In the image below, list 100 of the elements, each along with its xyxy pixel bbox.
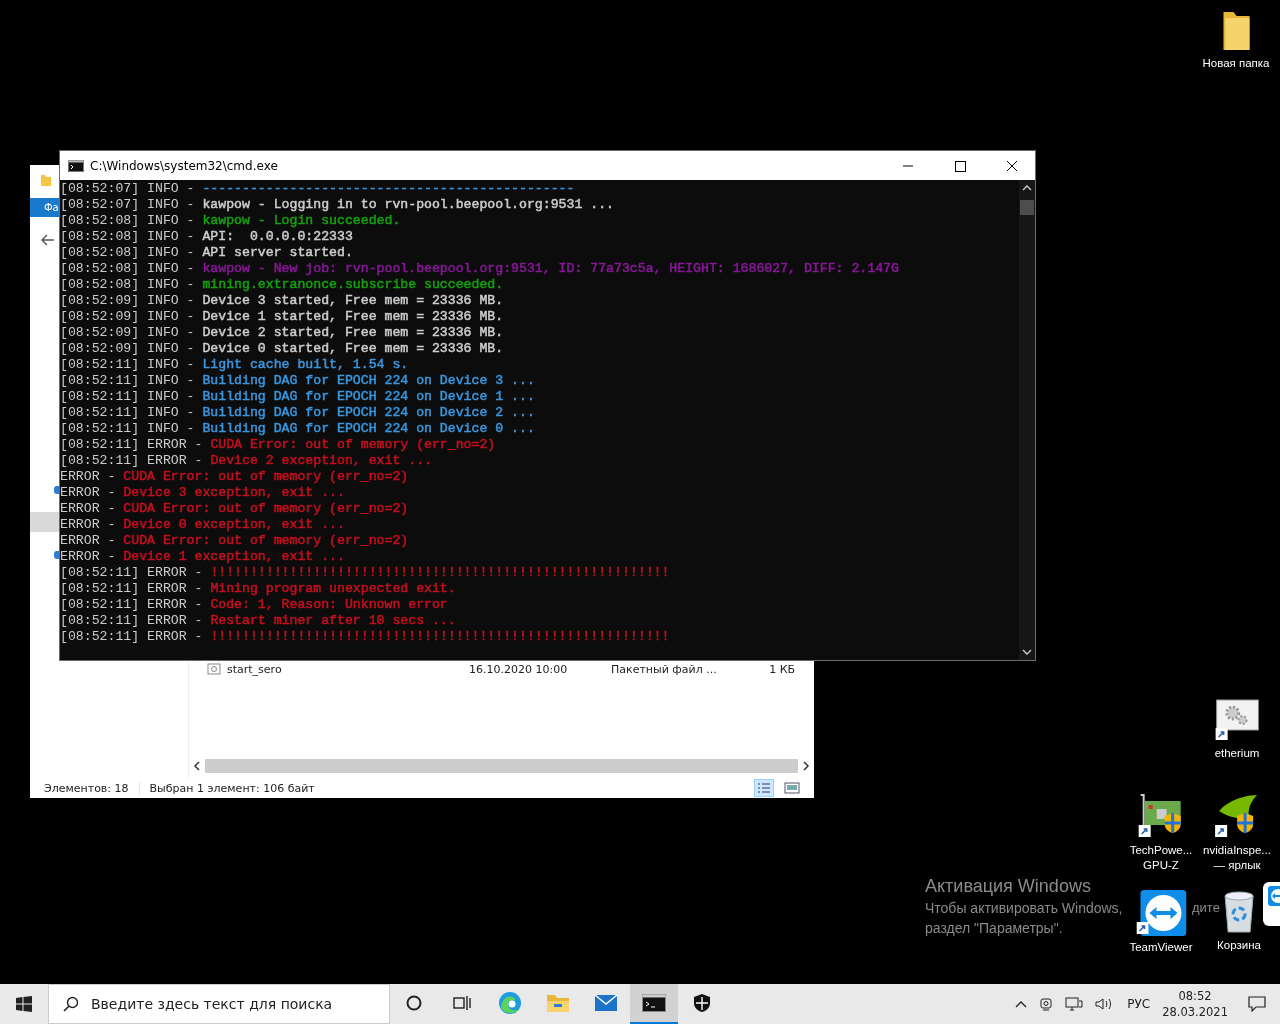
log-message: CUDA Error: out of memory (err_no=2) xyxy=(123,501,409,516)
log-prefix: [08:52:08] INFO - xyxy=(60,245,196,260)
activation-title: Активация Windows xyxy=(925,875,1092,898)
log-message: API: 0.0.0.0:22333 xyxy=(202,229,353,244)
network-icon[interactable] xyxy=(1065,997,1084,1011)
log-message: kawpow - Logging in to rvn-pool.beepool.org:9531 ... xyxy=(202,197,614,212)
log-prefix: [08:52:11] INFO - xyxy=(60,389,196,404)
log-prefix: ERROR - xyxy=(60,469,117,484)
shield-icon xyxy=(693,993,711,1013)
log-prefix: [08:52:11] INFO - xyxy=(60,421,196,436)
log-message: CUDA Error: out of memory (err_no=2) xyxy=(210,437,496,452)
folder-icon xyxy=(546,992,570,1014)
log-message: Building DAG for EPOCH 224 on Device 2 ... xyxy=(202,405,535,420)
task-view-icon xyxy=(453,995,471,1011)
taskbar-app[interactable] xyxy=(630,984,678,1024)
large-icons-view-icon[interactable] xyxy=(784,781,800,795)
icon-label: Новая папка xyxy=(1202,56,1270,71)
console-icon xyxy=(642,994,666,1012)
log-prefix: [08:52:09] INFO - xyxy=(60,309,196,324)
nav-icon xyxy=(54,551,59,559)
log-prefix: [08:52:08] INFO - xyxy=(60,229,196,244)
log-prefix: [08:52:08] INFO - xyxy=(60,213,196,228)
windows-logo-icon[interactable] xyxy=(16,996,32,1012)
log-prefix: [08:52:11] ERROR - xyxy=(60,437,204,452)
scroll-right-icon[interactable] xyxy=(802,761,810,771)
activation-text: раздел "Параметры". xyxy=(925,919,1064,938)
log-message: Mining program unexpected exit. xyxy=(210,581,456,596)
scroll-up-icon[interactable] xyxy=(1022,184,1032,192)
search-icon xyxy=(63,996,79,1012)
log-message: Device 3 started, Free mem = 23336 MB. xyxy=(202,293,504,308)
log-message: Building DAG for EPOCH 224 on Device 1 ... xyxy=(202,389,535,404)
log-message: Device 0 exception, exit ... xyxy=(123,517,345,532)
log-prefix: [08:52:11] INFO - xyxy=(60,357,196,372)
folder-icon xyxy=(40,173,52,187)
desktop-icon[interactable]: nvidiaInspe... — ярлык xyxy=(1203,793,1271,873)
clock[interactable]: 08:52 28.03.2021 xyxy=(1162,988,1228,1020)
log-prefix: [08:52:09] INFO - xyxy=(60,293,196,308)
desktop-icon[interactable]: etherium xyxy=(1214,698,1260,761)
log-message: Device 2 exception, exit ... xyxy=(210,453,432,468)
log-prefix: [08:52:11] ERROR - xyxy=(60,565,204,580)
item-count: Элементов: 18 xyxy=(44,781,129,795)
log-message: CUDA Error: out of memory (err_no=2) xyxy=(123,533,409,548)
log-message: Light cache built, 1.54 s. xyxy=(202,357,409,372)
search-field[interactable]: Введите здесь текст для поиска xyxy=(89,995,389,1013)
file-size: 1 КБ xyxy=(768,662,795,676)
circle-icon xyxy=(406,995,422,1011)
vertical-scrollbar[interactable] xyxy=(1019,180,1035,660)
icon-label: nvidiaInspe... xyxy=(1203,843,1271,858)
console-icon xyxy=(68,159,84,172)
log-prefix: [08:52:07] INFO - xyxy=(60,181,196,196)
desktop-icon[interactable]: TechPowe... GPU-Z xyxy=(1129,793,1193,873)
log-message: CUDA Error: out of memory (err_no=2) xyxy=(123,469,409,484)
log-prefix: [08:52:11] ERROR - xyxy=(60,453,204,468)
icon-label: GPU-Z xyxy=(1143,858,1179,873)
clock-date: 28.03.2021 xyxy=(1162,1004,1228,1020)
notifications-icon[interactable] xyxy=(1248,996,1266,1012)
window-title: C:\Windows\system32\cmd.exe xyxy=(90,158,278,173)
log-prefix: ERROR - xyxy=(60,485,117,500)
log-prefix: [08:52:08] INFO - xyxy=(60,277,196,292)
icon-label: etherium xyxy=(1214,746,1260,761)
scrollbar-thumb[interactable] xyxy=(1020,200,1034,215)
log-message: ----------------------------------------------- xyxy=(202,181,575,196)
log-prefix: [08:52:11] INFO - xyxy=(60,373,196,388)
log-message: API server started. xyxy=(202,245,353,260)
ribbon-tab[interactable]: Фа xyxy=(30,198,59,217)
nav-icon xyxy=(54,486,59,494)
details-view-icon[interactable] xyxy=(754,779,774,797)
language-indicator[interactable]: РУС xyxy=(1127,997,1151,1011)
log-prefix: [08:52:11] ERROR - xyxy=(60,613,204,628)
log-message: Device 0 started, Free mem = 23336 MB. xyxy=(202,341,504,356)
two-way-arrow-icon xyxy=(1136,888,1186,936)
log-message: Code: 1, Reason: Unknown error xyxy=(210,597,448,612)
log-message: Restart miner after 10 secs ... xyxy=(210,613,456,628)
log-prefix: [08:52:11] ERROR - xyxy=(60,597,204,612)
log-message: Device 1 exception, exit ... xyxy=(123,549,345,564)
log-message: kawpow - New job: rvn-pool.beepool.org:9531, ID: 77a73c5a, HEIGHT: 1686027, DIFF: 2.147G xyxy=(202,261,899,276)
log-prefix: [08:52:07] INFO - xyxy=(60,197,196,212)
chevron-up-icon[interactable] xyxy=(1015,1000,1028,1008)
file-type: Пакетный файл ... xyxy=(611,662,718,676)
camera-icon[interactable] xyxy=(1039,997,1054,1011)
scroll-down-icon[interactable] xyxy=(1022,648,1032,656)
search-bar[interactable]: Введите здесь текст для поиска xyxy=(48,984,390,1024)
log-message: Building DAG for EPOCH 224 on Device 0 ... xyxy=(202,421,535,436)
log-message: mining.extranonce.subscribe succeeded. xyxy=(202,277,504,292)
log-message: Building DAG for EPOCH 224 on Device 3 ... xyxy=(202,373,535,388)
batch-file-icon xyxy=(207,663,221,675)
activation-text: Чтобы активировать Windows, xyxy=(925,899,1123,918)
log-prefix: ERROR - xyxy=(60,533,117,548)
edge-icon xyxy=(498,991,522,1015)
desktop-icon[interactable]: TeamViewer xyxy=(1129,888,1193,955)
scroll-left-icon[interactable] xyxy=(193,761,201,771)
selection-info: Выбран 1 элемент: 106 байт xyxy=(138,781,315,795)
desktop-icon[interactable]: Новая папка xyxy=(1202,8,1270,71)
log-message: !!!!!!!!!!!!!!!!!!!!!!!!!!!!!!!!!!!!!!!!!!!!!!!!!!!!!!!!!! xyxy=(210,565,670,580)
back-arrow-icon[interactable] xyxy=(41,234,55,246)
file-row[interactable]: start_sero 16.10.2020 10:00 Пакетный файл ... 1 КБ xyxy=(189,661,814,677)
log-message: Device 2 started, Free mem = 23336 MB. xyxy=(202,325,504,340)
log-prefix: ERROR - xyxy=(60,549,117,564)
volume-icon[interactable] xyxy=(1095,997,1114,1011)
file-date: 16.10.2020 10:00 xyxy=(469,662,569,676)
